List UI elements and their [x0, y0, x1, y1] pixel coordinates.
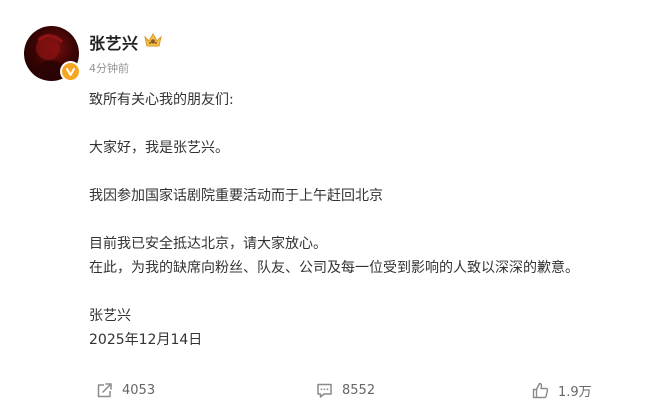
post-line-apology: 在此，为我的缺席向粉丝、队友、公司及每一位受到影响的人致以深深的歉意。	[89, 260, 579, 276]
action-bar: 4053 8552 1.9万	[0, 375, 655, 405]
post-line-intro: 大家好，我是张艺兴。	[89, 140, 229, 156]
repost-count: 4053	[122, 382, 156, 398]
weibo-post-card: 张艺兴 4分钟前 致所有关心我的朋友们: 大家好，我是张艺兴。 我因参加国家话剧…	[0, 0, 655, 415]
repost-icon	[95, 381, 114, 400]
post-line-safe: 目前我已安全抵达北京，请大家放心。	[89, 236, 327, 252]
post-date: 2025年12月14日	[89, 332, 203, 348]
username[interactable]: 张艺兴	[89, 30, 139, 54]
comment-count: 8552	[342, 382, 376, 398]
post-line-greeting: 致所有关心我的朋友们:	[89, 92, 234, 108]
comment-button[interactable]: 8552	[315, 375, 375, 405]
post-timestamp[interactable]: 4分钟前	[89, 60, 129, 76]
post-line-reason: 我因参加国家话剧院重要活动而于上午赶回北京	[89, 188, 383, 204]
post-text: 致所有关心我的朋友们: 大家好，我是张艺兴。 我因参加国家话剧院重要活动而于上午…	[89, 88, 649, 352]
verified-badge-icon	[60, 61, 81, 82]
like-count: 1.9万	[558, 384, 592, 400]
vip-crown-icon[interactable]	[143, 31, 163, 49]
comment-icon	[315, 381, 334, 400]
repost-button[interactable]: 4053	[95, 375, 155, 405]
like-icon	[531, 381, 550, 400]
like-button[interactable]: 1.9万	[531, 375, 592, 405]
avatar-container[interactable]	[24, 26, 81, 82]
post-signature: 张艺兴	[89, 308, 131, 324]
